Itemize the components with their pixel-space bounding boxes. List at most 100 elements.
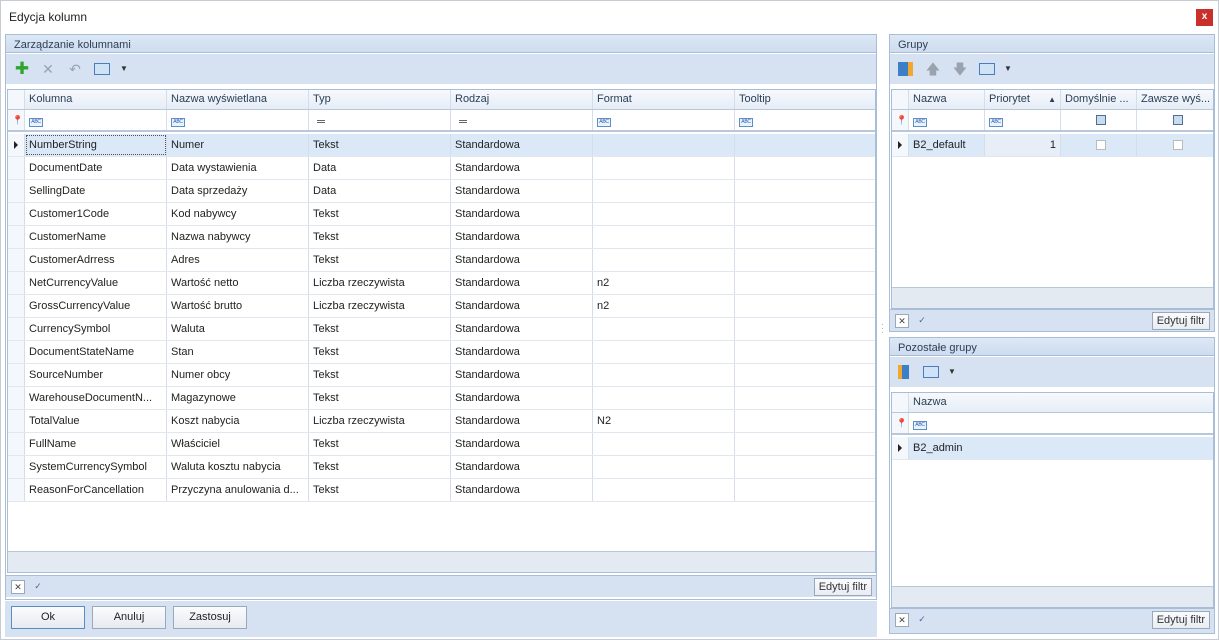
- table-cell[interactable]: Tekst: [309, 364, 451, 386]
- table-cell[interactable]: CurrencySymbol: [25, 318, 167, 340]
- table-cell[interactable]: Standardowa: [451, 387, 593, 409]
- table-cell[interactable]: Nazwa nabywcy: [167, 226, 309, 248]
- table-cell[interactable]: Tekst: [309, 134, 451, 156]
- delete-icon[interactable]: ✕: [40, 61, 56, 77]
- table-cell[interactable]: [735, 157, 875, 179]
- table-cell[interactable]: Standardowa: [451, 456, 593, 478]
- table-cell[interactable]: [735, 456, 875, 478]
- table-cell[interactable]: [593, 364, 735, 386]
- table-cell[interactable]: [593, 387, 735, 409]
- table-cell[interactable]: SellingDate: [25, 180, 167, 202]
- table-cell[interactable]: CustomerName: [25, 226, 167, 248]
- clear-filter-icon[interactable]: ✕: [895, 314, 909, 328]
- layout-icon[interactable]: [979, 63, 995, 75]
- table-cell[interactable]: Tekst: [309, 249, 451, 271]
- table-cell[interactable]: Właściciel: [167, 433, 309, 455]
- table-cell[interactable]: DocumentDate: [25, 157, 167, 179]
- table-cell[interactable]: Liczba rzeczywista: [309, 295, 451, 317]
- table-cell[interactable]: TotalValue: [25, 410, 167, 432]
- table-row[interactable]: FullName Właściciel Tekst Standardowa: [8, 433, 875, 456]
- table-row[interactable]: ReasonForCancellation Przyczyna anulowani…: [8, 479, 875, 502]
- table-cell[interactable]: Customer1Code: [25, 203, 167, 225]
- table-cell[interactable]: [593, 226, 735, 248]
- col-header-kolumna[interactable]: Kolumna: [25, 90, 167, 109]
- table-row[interactable]: SellingDate Data sprzedaży Data Standardowa: [8, 180, 875, 203]
- table-cell[interactable]: Standardowa: [451, 295, 593, 317]
- table-cell[interactable]: Waluta kosztu nabycia: [167, 456, 309, 478]
- table-cell[interactable]: Tekst: [309, 456, 451, 478]
- layout-icon[interactable]: [94, 63, 110, 75]
- arrow-up-icon[interactable]: 🡅: [925, 61, 941, 77]
- table-cell[interactable]: Standardowa: [451, 157, 593, 179]
- col-header-nazwa[interactable]: Nazwa: [909, 90, 985, 109]
- table-row[interactable]: GrossCurrencyValue Wartość brutto Liczba r…: [8, 295, 875, 318]
- table-cell[interactable]: [735, 180, 875, 202]
- check-icon[interactable]: ✓: [915, 314, 929, 328]
- table-cell[interactable]: [735, 249, 875, 271]
- table-cell[interactable]: Standardowa: [451, 180, 593, 202]
- table-cell[interactable]: Standardowa: [451, 479, 593, 501]
- clear-filter-icon[interactable]: ✕: [11, 580, 25, 594]
- table-cell[interactable]: Standardowa: [451, 341, 593, 363]
- clear-filter-icon[interactable]: ✕: [895, 613, 909, 627]
- table-row[interactable]: WarehouseDocumentN... Magazynowe Tekst Stan…: [8, 387, 875, 410]
- ok-button[interactable]: Ok: [11, 606, 85, 629]
- table-cell[interactable]: Numer: [167, 134, 309, 156]
- col-header-zawsze[interactable]: Zawsze wyś...: [1137, 90, 1213, 109]
- table-row[interactable]: NumberString Numer Tekst Standardowa: [8, 134, 875, 157]
- layout-icon[interactable]: [923, 366, 939, 378]
- table-cell[interactable]: Tekst: [309, 433, 451, 455]
- table-cell[interactable]: [735, 410, 875, 432]
- table-cell[interactable]: Kod nabywcy: [167, 203, 309, 225]
- table-cell[interactable]: Tekst: [309, 203, 451, 225]
- always-checkbox[interactable]: [1172, 140, 1183, 150]
- splitter-handle[interactable]: · · ·: [881, 321, 885, 337]
- check-icon[interactable]: ✓: [31, 580, 45, 594]
- close-button[interactable]: x: [1196, 9, 1213, 26]
- table-cell[interactable]: Standardowa: [451, 134, 593, 156]
- edit-filter-button[interactable]: Edytuj filtr: [813, 578, 872, 596]
- default-checkbox[interactable]: [1095, 140, 1106, 150]
- arrow-down-icon[interactable]: 🡇: [952, 61, 968, 77]
- table-cell[interactable]: [593, 433, 735, 455]
- table-cell[interactable]: Tekst: [309, 479, 451, 501]
- table-cell[interactable]: NetCurrencyValue: [25, 272, 167, 294]
- table-cell[interactable]: Data: [309, 157, 451, 179]
- table-row[interactable]: DocumentDate Data wystawienia Data Standard…: [8, 157, 875, 180]
- table-cell[interactable]: NumberString: [25, 134, 167, 156]
- table-cell[interactable]: Liczba rzeczywista: [309, 272, 451, 294]
- assign-group-icon[interactable]: [898, 62, 913, 76]
- table-row[interactable]: NetCurrencyValue Wartość netto Liczba rzec…: [8, 272, 875, 295]
- table-cell[interactable]: [593, 203, 735, 225]
- default-filter-checkbox[interactable]: [1095, 115, 1106, 125]
- table-cell[interactable]: [593, 341, 735, 363]
- table-cell[interactable]: Tekst: [309, 226, 451, 248]
- table-cell[interactable]: SourceNumber: [25, 364, 167, 386]
- table-row[interactable]: CurrencySymbol Waluta Tekst Standardowa: [8, 318, 875, 341]
- table-row[interactable]: B2_default 1: [892, 134, 1213, 157]
- col-header-format[interactable]: Format: [593, 90, 735, 109]
- table-cell[interactable]: Tekst: [309, 387, 451, 409]
- table-cell[interactable]: Stan: [167, 341, 309, 363]
- table-cell[interactable]: Data wystawienia: [167, 157, 309, 179]
- list-item[interactable]: B2_admin: [892, 437, 1213, 460]
- table-row[interactable]: CustomerName Nazwa nabywcy Tekst Standardow…: [8, 226, 875, 249]
- chevron-down-icon[interactable]: ▼: [944, 364, 960, 380]
- table-cell[interactable]: Tekst: [309, 318, 451, 340]
- table-cell[interactable]: [735, 226, 875, 248]
- table-cell[interactable]: [735, 433, 875, 455]
- table-row[interactable]: Customer1Code Kod nabywcy Tekst Standardowa: [8, 203, 875, 226]
- apply-button[interactable]: Zastosuj: [173, 606, 247, 629]
- table-cell[interactable]: [593, 456, 735, 478]
- table-cell[interactable]: Koszt nabycia: [167, 410, 309, 432]
- table-cell[interactable]: ReasonForCancellation: [25, 479, 167, 501]
- table-cell[interactable]: n2: [593, 295, 735, 317]
- table-row[interactable]: TotalValue Koszt nabycia Liczba rzeczywist…: [8, 410, 875, 433]
- table-cell[interactable]: Data sprzedaży: [167, 180, 309, 202]
- edit-filter-button[interactable]: Edytuj filtr: [1151, 312, 1210, 330]
- table-cell[interactable]: Standardowa: [451, 410, 593, 432]
- col-header-nazwa[interactable]: Nazwa wyświetlana: [167, 90, 309, 109]
- col-header-nazwa[interactable]: Nazwa: [909, 393, 1213, 412]
- col-header-tooltip[interactable]: Tooltip: [735, 90, 875, 109]
- table-cell[interactable]: Standardowa: [451, 272, 593, 294]
